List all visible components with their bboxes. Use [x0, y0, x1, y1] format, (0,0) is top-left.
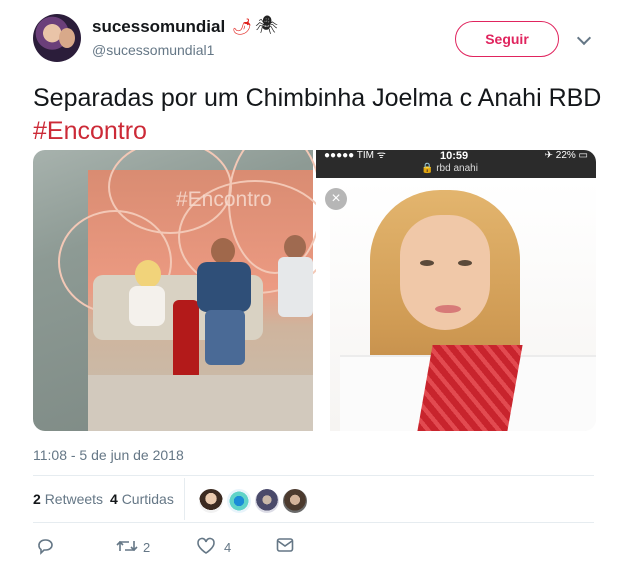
author-avatar[interactable]: [33, 14, 81, 62]
close-icon: ×: [325, 188, 347, 210]
media-image-phone-screenshot[interactable]: ●●●●● TIM ᯤ 10:59 ✈ 22% ▭ 🔒 rbd anahi ×: [316, 150, 596, 431]
heart-icon[interactable]: [196, 537, 216, 555]
pepper-emoji-icon: 🌶: [232, 19, 253, 36]
battery-indicator: ✈ 22% ▭: [544, 150, 588, 161]
likes-label: Curtidas: [121, 491, 174, 507]
liker-avatar[interactable]: [254, 488, 280, 514]
divider: [33, 475, 594, 476]
likes-stat[interactable]: 4 Curtidas: [110, 491, 174, 507]
envelope-icon[interactable]: [276, 537, 294, 553]
hashtag-link[interactable]: #Encontro: [33, 117, 147, 145]
tweet-body-text: Separadas por um Chimbinha Joelma c Anah…: [33, 84, 602, 112]
search-url: 🔒 rbd anahi: [421, 163, 478, 174]
likes-count: 4: [110, 491, 118, 507]
retweets-count: 2: [33, 491, 41, 507]
person-right-edge: [278, 235, 313, 365]
retweets-stat[interactable]: 2 Retweets: [33, 491, 103, 507]
author-handle[interactable]: @sucessomundial1: [92, 42, 214, 58]
liker-avatar[interactable]: [282, 488, 308, 514]
retweet-count: 2: [143, 540, 151, 555]
liker-avatar[interactable]: [198, 488, 224, 514]
portrait-photo: [330, 180, 596, 431]
phone-status-bar: ●●●●● TIM ᯤ 10:59 ✈ 22% ▭ 🔒 rbd anahi: [316, 150, 596, 178]
author-display-name[interactable]: sucessomundial: [92, 17, 225, 37]
follow-button[interactable]: Seguir: [455, 21, 559, 57]
carrier-signal: ●●●●● TIM ᯤ: [324, 150, 386, 161]
tv-hashtag-overlay: #Encontro: [176, 188, 272, 211]
divider: [33, 522, 594, 523]
tweet-timestamp[interactable]: 11:08 - 5 de jun de 2018: [33, 447, 184, 463]
media-gallery: #Encontro ●●●●● TIM ᯤ 10:59 ✈ 22% ▭ 🔒 rb…: [33, 150, 596, 431]
spider-emoji-icon: 🕷: [255, 15, 278, 35]
status-time: 10:59: [440, 150, 469, 162]
reply-icon[interactable]: [36, 537, 54, 555]
retweets-label: Retweets: [44, 491, 104, 507]
media-image-tv-show[interactable]: #Encontro: [33, 150, 332, 431]
divider: [184, 478, 185, 520]
liker-avatar[interactable]: [226, 488, 252, 514]
like-count: 4: [224, 540, 232, 555]
person-blonde: [123, 260, 173, 350]
chevron-down-icon[interactable]: [576, 30, 592, 46]
retweet-icon[interactable]: [116, 537, 138, 555]
person-man-blue-shirt: [193, 238, 255, 368]
tweet-text: Separadas por um Chimbinha Joelma c Anah…: [33, 82, 613, 148]
